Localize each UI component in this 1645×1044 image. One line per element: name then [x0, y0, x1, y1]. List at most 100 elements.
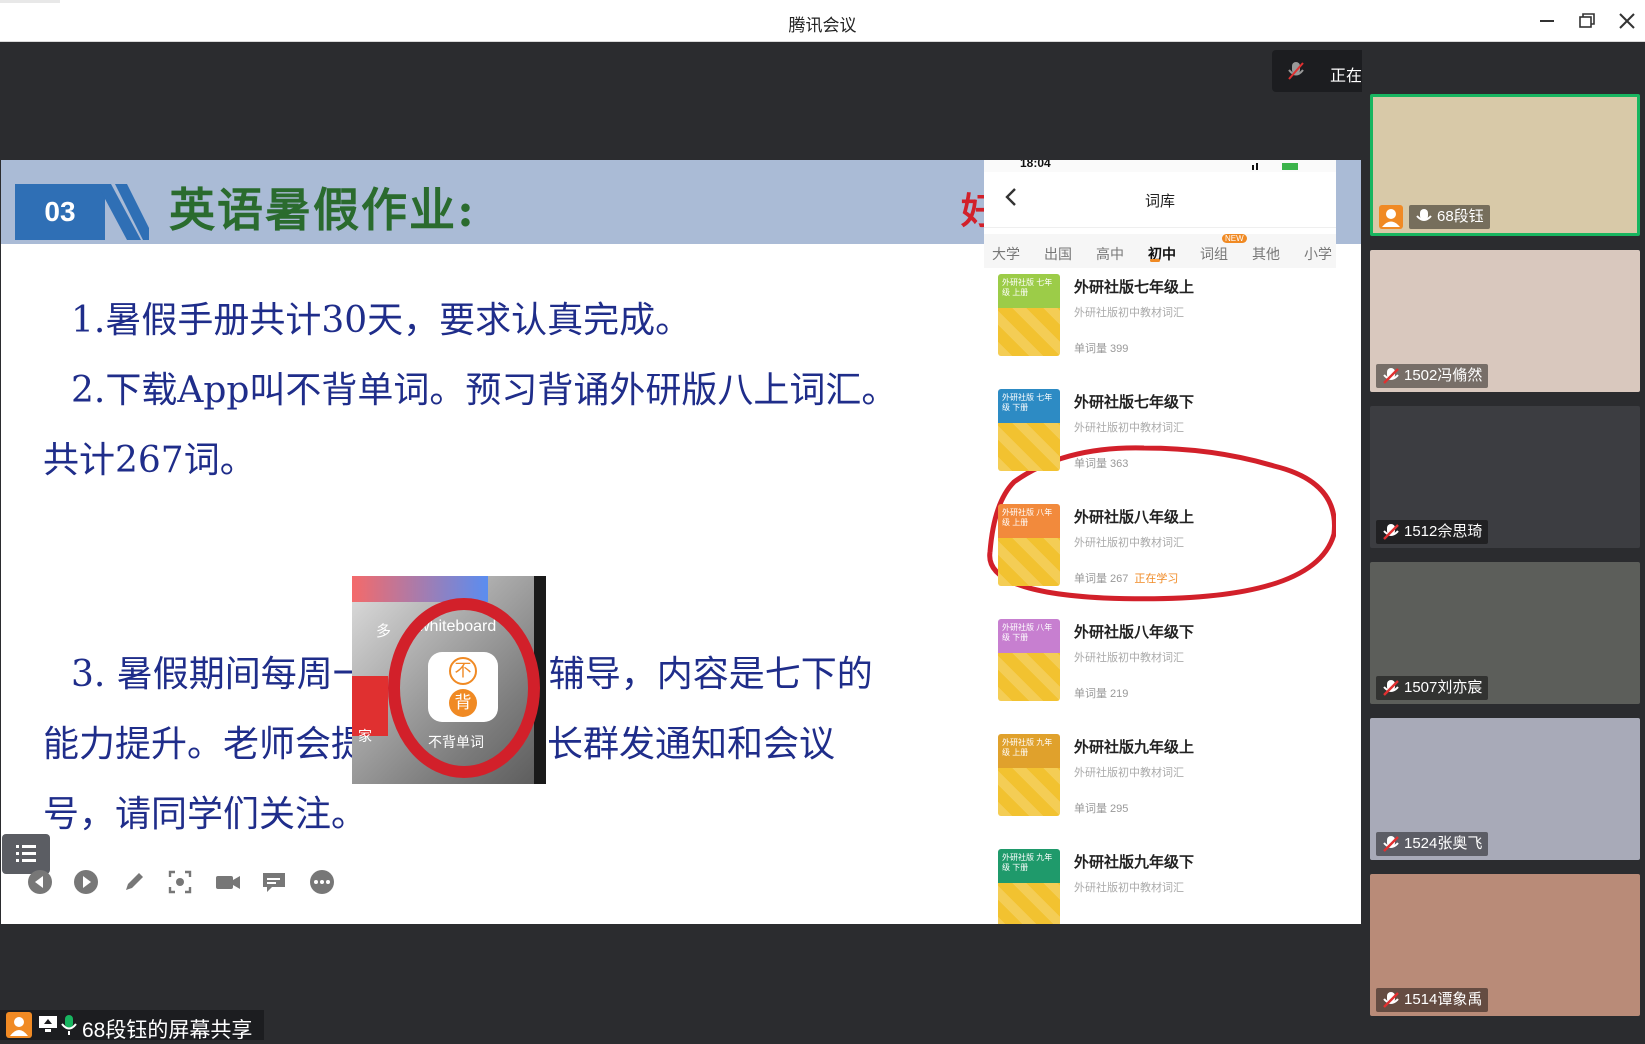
- book-cover-pattern: [998, 653, 1060, 701]
- book-cover-pattern: [998, 768, 1060, 816]
- book-cover-label: 外研社版 九年级 下册: [998, 849, 1060, 883]
- book-title[interactable]: 外研社版七年级上: [1074, 276, 1194, 297]
- pen-icon[interactable]: [120, 868, 148, 896]
- book-title[interactable]: 外研社版九年级上: [1074, 736, 1194, 757]
- chat-icon[interactable]: [260, 868, 288, 896]
- tab-abroad[interactable]: 出国: [1044, 244, 1072, 264]
- close-button[interactable]: [1614, 8, 1640, 34]
- next-slide-icon[interactable]: [72, 868, 100, 896]
- minimize-button[interactable]: [1534, 8, 1560, 34]
- prev-slide-icon[interactable]: [26, 868, 54, 896]
- book-cover-label: 外研社版 七年级 下册: [998, 389, 1060, 423]
- participant-name-tag: 1502冯翛然: [1376, 364, 1489, 388]
- book-cover[interactable]: 外研社版 八年级 上册: [998, 504, 1060, 586]
- titlebar-accent: [0, 0, 60, 3]
- book-word-count-text: 单词量 363: [1074, 458, 1129, 470]
- book-word-count: 单词量 295: [1074, 800, 1128, 816]
- restore-icon: [1579, 13, 1595, 28]
- participant-name: 1507刘亦宸: [1404, 679, 1483, 696]
- mic-muted-icon: [1383, 368, 1399, 384]
- book-subtitle: 外研社版初中教材词汇: [1074, 652, 1184, 664]
- book-title[interactable]: 外研社版八年级上: [1074, 506, 1194, 527]
- tab-high-school[interactable]: 高中: [1096, 244, 1124, 264]
- mic-muted-icon: [1288, 62, 1304, 80]
- book-subtitle: 外研社版初中教材词汇: [1074, 537, 1184, 549]
- book-word-count-text: 单词量 267: [1074, 573, 1129, 585]
- participant-video-tile[interactable]: 1512佘思琦: [1370, 406, 1640, 548]
- book-cover-pattern: [998, 423, 1060, 471]
- mic-icon: [1416, 209, 1432, 221]
- book-subtitle: 外研社版初中教材词汇: [1074, 307, 1184, 319]
- tab-primary[interactable]: 小学: [1304, 244, 1332, 264]
- active-tab-indicator: [1150, 259, 1160, 262]
- book-cover-label: 外研社版 八年级 上册: [998, 504, 1060, 538]
- book-title[interactable]: 外研社版九年级下: [1074, 851, 1194, 872]
- book-word-count-text: 单词量 399: [1074, 343, 1129, 355]
- close-icon: [1619, 13, 1635, 29]
- phone-tab-bar: 大学 出国 高中 初中 词组 NEW 其他 小学: [984, 234, 1336, 268]
- tab-phrases-label: 词组: [1200, 246, 1228, 262]
- phone-nav-bar: 词库: [984, 172, 1336, 228]
- participant-name: 1524张奥飞: [1404, 835, 1483, 852]
- book-cover[interactable]: 外研社版 九年级 上册: [998, 734, 1060, 816]
- tab-phrases[interactable]: 词组 NEW: [1200, 234, 1247, 264]
- book-cover[interactable]: 外研社版 七年级 上册: [998, 274, 1060, 356]
- screenshot-icon[interactable]: [166, 868, 194, 896]
- book-word-count: 单词量 363: [1074, 455, 1128, 471]
- avatar-icon: [6, 1012, 32, 1038]
- book-subtitle: 外研社版初中教材词汇: [1074, 767, 1184, 779]
- app-icon-screenshot: whiteboard 多 家 不 背 不背单词: [352, 576, 546, 784]
- participant-name-tag: 1512佘思琦: [1376, 520, 1489, 544]
- slide-line-2b: 共计267词。: [43, 440, 256, 481]
- host-avatar-icon: [1379, 205, 1403, 229]
- participant-name-tag: 1507刘亦宸: [1376, 676, 1489, 700]
- mic-muted-icon: [1383, 836, 1399, 852]
- book-subtitle: 外研社版初中教材词汇: [1074, 882, 1184, 894]
- more-icon[interactable]: [308, 868, 336, 896]
- participant-video-tile[interactable]: 68段钰: [1370, 94, 1640, 236]
- book-word-count-text: 单词量 295: [1074, 803, 1129, 815]
- participant-name-tag: 68段钰: [1379, 205, 1490, 229]
- slide-title: 英语暑假作业:: [169, 183, 476, 237]
- phone-status-bar: 18:04: [984, 160, 1336, 172]
- book-title[interactable]: 外研社版八年级下: [1074, 621, 1194, 642]
- participant-name-tag: 1514谭象禹: [1376, 988, 1489, 1012]
- window-title: 腾讯会议: [788, 16, 857, 35]
- restore-button[interactable]: [1574, 8, 1600, 34]
- screen-share-icon: [39, 1016, 57, 1032]
- book-subtitle: 外研社版初中教材词汇: [1074, 422, 1184, 434]
- participant-video-tile[interactable]: 1514谭象禹: [1370, 874, 1640, 1016]
- participant-name: 68段钰: [1437, 208, 1484, 225]
- book-title[interactable]: 外研社版七年级下: [1074, 391, 1194, 412]
- book-word-count-text: 单词量 219: [1074, 688, 1129, 700]
- presentation-slide: 03 英语暑假作业: 好 1.暑假手册共计30天，要求认真完成。 2.下载App…: [1, 160, 1361, 924]
- mic-icon: [61, 1015, 77, 1035]
- mic-muted-icon: [1383, 992, 1399, 1008]
- slide-bottom-margin: [1, 902, 1361, 924]
- app-icon-red-circle: [388, 598, 540, 778]
- tab-university[interactable]: 大学: [992, 244, 1020, 264]
- book-cover-label: 外研社版 七年级 上册: [998, 274, 1060, 308]
- section-number-badge: 03: [15, 184, 105, 240]
- tab-other[interactable]: 其他: [1252, 244, 1280, 264]
- participant-name: 1502冯翛然: [1404, 367, 1483, 384]
- book-cover-pattern: [998, 308, 1060, 356]
- book-learning-status: 正在学习: [1134, 573, 1179, 585]
- minimize-icon: [1540, 20, 1554, 22]
- phone-status-time: 18:04: [1020, 160, 1051, 170]
- camera-icon[interactable]: [214, 868, 242, 896]
- participant-name: 1514谭象禹: [1404, 991, 1483, 1008]
- new-badge: NEW: [1222, 234, 1247, 243]
- book-cover[interactable]: 外研社版 七年级 下册: [998, 389, 1060, 471]
- book-cover[interactable]: 外研社版 八年级 下册: [998, 619, 1060, 701]
- book-word-count: 单词量 267 正在学习: [1074, 570, 1178, 586]
- book-cover-label: 外研社版 九年级 上册: [998, 734, 1060, 768]
- window-titlebar: 腾讯会议: [0, 0, 1645, 42]
- book-cover-pattern: [998, 538, 1060, 586]
- participant-video-tile[interactable]: 1524张奥飞: [1370, 718, 1640, 860]
- mic-muted-icon: [1383, 524, 1399, 540]
- phone-nav-title: 词库: [1144, 193, 1175, 210]
- slide-line-3c: 号，请同学们关注。: [43, 794, 368, 835]
- participant-video-tile[interactable]: 1502冯翛然: [1370, 250, 1640, 392]
- participant-video-tile[interactable]: 1507刘亦宸: [1370, 562, 1640, 704]
